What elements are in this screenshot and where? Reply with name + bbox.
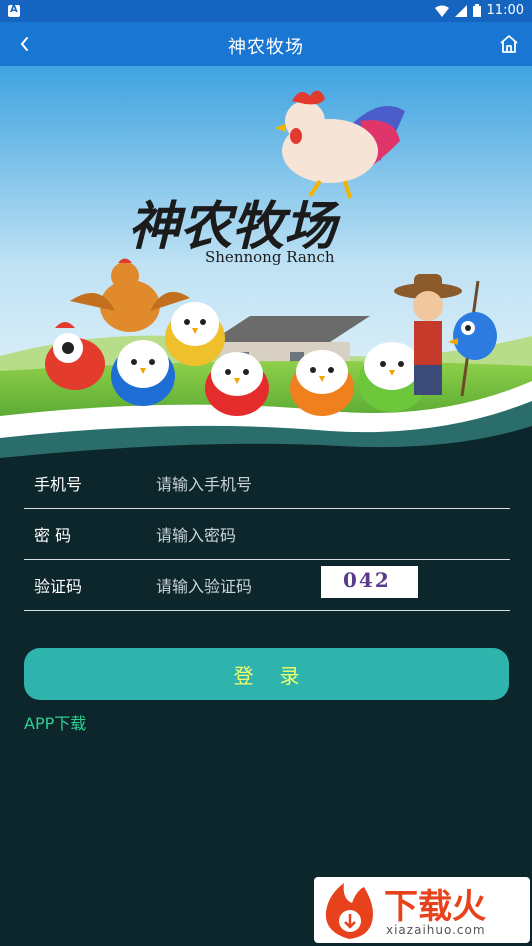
- captcha-text: 042: [343, 568, 391, 592]
- app-notification-icon: [8, 4, 20, 17]
- login-form: 手机号 密 码 验证码 042: [24, 458, 510, 611]
- captcha-row: 验证码 042: [24, 560, 510, 611]
- page-title: 神农牧场: [228, 37, 304, 58]
- status-bar: 11:00: [0, 0, 532, 22]
- signal-icon: [454, 4, 467, 17]
- app-download-link[interactable]: APP下载: [24, 710, 86, 734]
- home-icon[interactable]: [496, 31, 522, 57]
- password-row: 密 码: [24, 509, 510, 560]
- flame-logo-icon: [325, 883, 373, 939]
- title-bar: 神农牧场: [0, 22, 532, 66]
- watermark-logo: 下载火 xiazaihuo.com: [314, 877, 530, 943]
- phone-row: 手机号: [24, 458, 510, 509]
- battery-icon: [472, 4, 481, 17]
- login-button[interactable]: 登录: [24, 648, 509, 700]
- password-input[interactable]: [154, 519, 358, 551]
- captcha-label: 验证码: [34, 577, 83, 596]
- watermark-brand: 下载火: [384, 887, 486, 927]
- wifi-icon: [434, 5, 449, 17]
- captcha-image[interactable]: 042: [321, 566, 418, 598]
- status-time: 11:00: [486, 3, 524, 18]
- logo-subtitle: Shennong Ranch: [205, 248, 335, 266]
- password-label: 密 码: [34, 526, 72, 545]
- phone-label: 手机号: [34, 475, 83, 494]
- watermark-url: xiazaihuo.com: [386, 923, 486, 937]
- phone-input[interactable]: [154, 468, 358, 500]
- banner-illustration: 神农牧场 Shennong Ranch: [0, 66, 532, 466]
